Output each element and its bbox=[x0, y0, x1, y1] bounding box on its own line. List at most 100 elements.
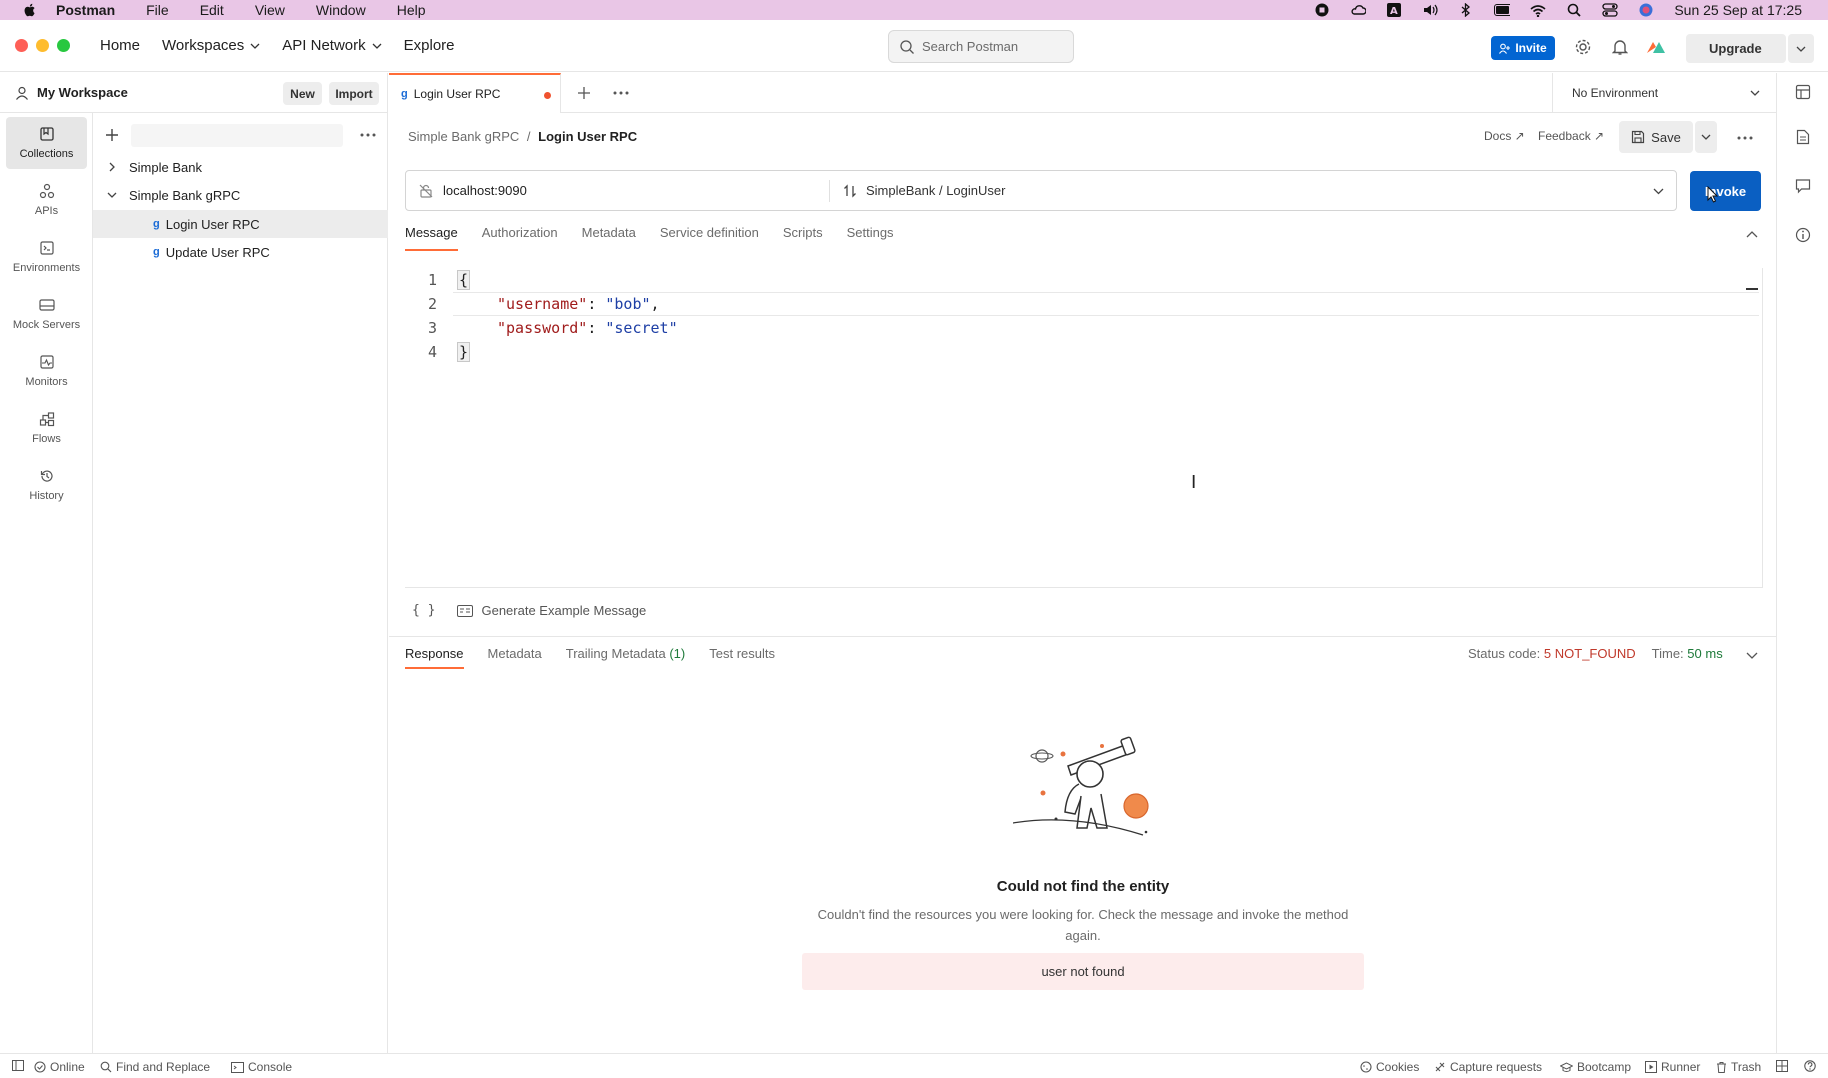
workspace-title[interactable]: My Workspace bbox=[37, 85, 128, 100]
insecure-lock-icon[interactable] bbox=[419, 184, 433, 198]
environment-selector[interactable]: No Environment bbox=[1552, 73, 1776, 113]
apple-icon[interactable] bbox=[22, 2, 38, 18]
plus-icon[interactable] bbox=[105, 128, 119, 142]
save-options-button[interactable] bbox=[1695, 121, 1717, 153]
nav-workspaces[interactable]: Workspaces bbox=[162, 37, 260, 54]
tab-metadata[interactable]: Metadata bbox=[582, 225, 636, 251]
menu-app-name[interactable]: Postman bbox=[56, 2, 115, 18]
nav-explore[interactable]: Explore bbox=[404, 37, 455, 54]
environment-quick-look-icon[interactable] bbox=[1794, 83, 1812, 101]
menu-file[interactable]: File bbox=[146, 2, 169, 18]
save-button[interactable]: Save bbox=[1619, 121, 1693, 153]
more-tabs-icon[interactable] bbox=[613, 91, 629, 95]
trash-button[interactable]: Trash bbox=[1716, 1060, 1761, 1074]
nav-home[interactable]: Home bbox=[100, 37, 140, 54]
collections-filter-input[interactable] bbox=[131, 124, 343, 147]
message-editor[interactable]: 1 2 3 4 { "username": "bob", "password":… bbox=[405, 268, 1763, 588]
new-tab-plus-icon[interactable] bbox=[577, 86, 591, 100]
tab-message[interactable]: Message bbox=[405, 225, 458, 251]
response-chevron-down-icon[interactable] bbox=[1746, 650, 1758, 660]
generate-example-icon[interactable] bbox=[457, 604, 474, 617]
tab-response[interactable]: Response bbox=[405, 646, 464, 669]
info-icon[interactable] bbox=[1794, 226, 1812, 244]
volume-icon[interactable] bbox=[1422, 3, 1438, 17]
help-icon[interactable] bbox=[1804, 1060, 1816, 1072]
runner-button[interactable]: Runner bbox=[1645, 1060, 1700, 1074]
wifi-icon[interactable] bbox=[1530, 3, 1546, 17]
collection-simple-bank-grpc[interactable]: Simple Bank gRPC bbox=[93, 181, 388, 209]
rail-item-collections[interactable]: Collections bbox=[6, 117, 87, 169]
more-options-icon[interactable] bbox=[360, 133, 376, 137]
close-window-button[interactable] bbox=[15, 39, 28, 52]
bluetooth-icon[interactable] bbox=[1458, 3, 1474, 17]
tab-scripts[interactable]: Scripts bbox=[783, 225, 823, 251]
menu-window[interactable]: Window bbox=[316, 2, 366, 18]
invite-button[interactable]: Invite bbox=[1491, 36, 1555, 60]
nav-api-network[interactable]: API Network bbox=[282, 37, 382, 54]
tab-login-user-rpc[interactable]: ɡ Login User RPC bbox=[389, 73, 561, 113]
minimize-window-button[interactable] bbox=[36, 39, 49, 52]
rail-item-monitors[interactable]: Monitors bbox=[6, 345, 87, 397]
check-circle-icon bbox=[34, 1061, 46, 1073]
tab-trailing-metadata[interactable]: Trailing Metadata (1) bbox=[566, 646, 685, 669]
comments-icon[interactable] bbox=[1794, 177, 1812, 195]
spotlight-search-icon[interactable] bbox=[1566, 3, 1582, 17]
invoke-button[interactable]: Invoke bbox=[1690, 171, 1761, 211]
tab-response-metadata[interactable]: Metadata bbox=[488, 646, 542, 669]
zoom-window-button[interactable] bbox=[57, 39, 70, 52]
generate-example-message-button[interactable]: Generate Example Message bbox=[481, 603, 646, 618]
collapse-chevron-up-icon[interactable] bbox=[1746, 230, 1758, 240]
settings-gear-icon[interactable] bbox=[1573, 37, 1593, 57]
request-login-user-rpc[interactable]: ɡ Login User RPC bbox=[93, 210, 388, 238]
import-button[interactable]: Import bbox=[329, 82, 379, 105]
upgrade-options-button[interactable] bbox=[1788, 34, 1814, 63]
postman-team-logo-icon[interactable] bbox=[1646, 37, 1666, 57]
battery-icon[interactable] bbox=[1494, 3, 1511, 17]
beautify-braces-icon[interactable]: { } bbox=[412, 603, 435, 618]
new-button[interactable]: New bbox=[283, 82, 322, 105]
layout-icon[interactable] bbox=[1776, 1060, 1788, 1072]
request-more-options-icon[interactable] bbox=[1737, 136, 1753, 140]
find-and-replace[interactable]: Find and Replace bbox=[100, 1060, 210, 1074]
tab-settings[interactable]: Settings bbox=[847, 225, 894, 251]
menu-edit[interactable]: Edit bbox=[200, 2, 224, 18]
online-status[interactable]: Online bbox=[34, 1060, 85, 1074]
mock-servers-icon bbox=[38, 299, 55, 311]
cookies-button[interactable]: Cookies bbox=[1360, 1060, 1419, 1074]
menu-view[interactable]: View bbox=[255, 2, 285, 18]
input-source-icon[interactable]: A bbox=[1386, 3, 1402, 17]
breadcrumb-parent[interactable]: Simple Bank gRPC bbox=[408, 129, 519, 144]
rail-item-environments[interactable]: Environments bbox=[6, 231, 87, 283]
notifications-bell-icon[interactable] bbox=[1610, 37, 1630, 57]
control-center-icon[interactable] bbox=[1602, 3, 1618, 17]
rail-item-apis[interactable]: APIs bbox=[6, 174, 87, 226]
capture-requests-button[interactable]: Capture requests bbox=[1434, 1060, 1542, 1074]
rail-item-flows[interactable]: Flows bbox=[6, 402, 87, 454]
siri-icon[interactable] bbox=[1638, 3, 1654, 17]
menubar-clock[interactable]: Sun 25 Sep at 17:25 bbox=[1674, 2, 1802, 18]
menu-help[interactable]: Help bbox=[397, 2, 426, 18]
toggle-sidebar-icon[interactable] bbox=[12, 1060, 24, 1071]
rail-item-mock-servers[interactable]: Mock Servers bbox=[6, 288, 87, 340]
bootcamp-button[interactable]: Bootcamp bbox=[1560, 1060, 1631, 1074]
empty-state-description: Couldn't find the resources you were loo… bbox=[817, 907, 1349, 943]
record-icon[interactable] bbox=[1314, 3, 1330, 17]
chevron-down-icon[interactable] bbox=[1653, 186, 1664, 197]
method-selector[interactable]: SimpleBank / LoginUser bbox=[866, 183, 1005, 198]
documentation-icon[interactable] bbox=[1794, 128, 1812, 146]
cloud-icon[interactable] bbox=[1350, 3, 1367, 17]
global-search-input[interactable]: Search Postman bbox=[888, 30, 1074, 63]
breadcrumb-current[interactable]: Login User RPC bbox=[538, 129, 637, 144]
feedback-link[interactable]: Feedback ↗ bbox=[1538, 129, 1604, 143]
apis-icon bbox=[39, 183, 54, 199]
request-update-user-rpc[interactable]: ɡ Update User RPC bbox=[93, 238, 388, 266]
tab-service-definition[interactable]: Service definition bbox=[660, 225, 759, 251]
rail-item-history[interactable]: History bbox=[6, 459, 87, 511]
tab-authorization[interactable]: Authorization bbox=[482, 225, 558, 251]
server-url-input[interactable]: localhost:9090 bbox=[443, 183, 527, 198]
collection-simple-bank[interactable]: Simple Bank bbox=[93, 153, 388, 181]
upgrade-button[interactable]: Upgrade bbox=[1686, 34, 1786, 63]
tab-test-results[interactable]: Test results bbox=[709, 646, 775, 669]
console-toggle[interactable]: Console bbox=[231, 1060, 292, 1074]
docs-link[interactable]: Docs ↗ bbox=[1484, 129, 1525, 143]
